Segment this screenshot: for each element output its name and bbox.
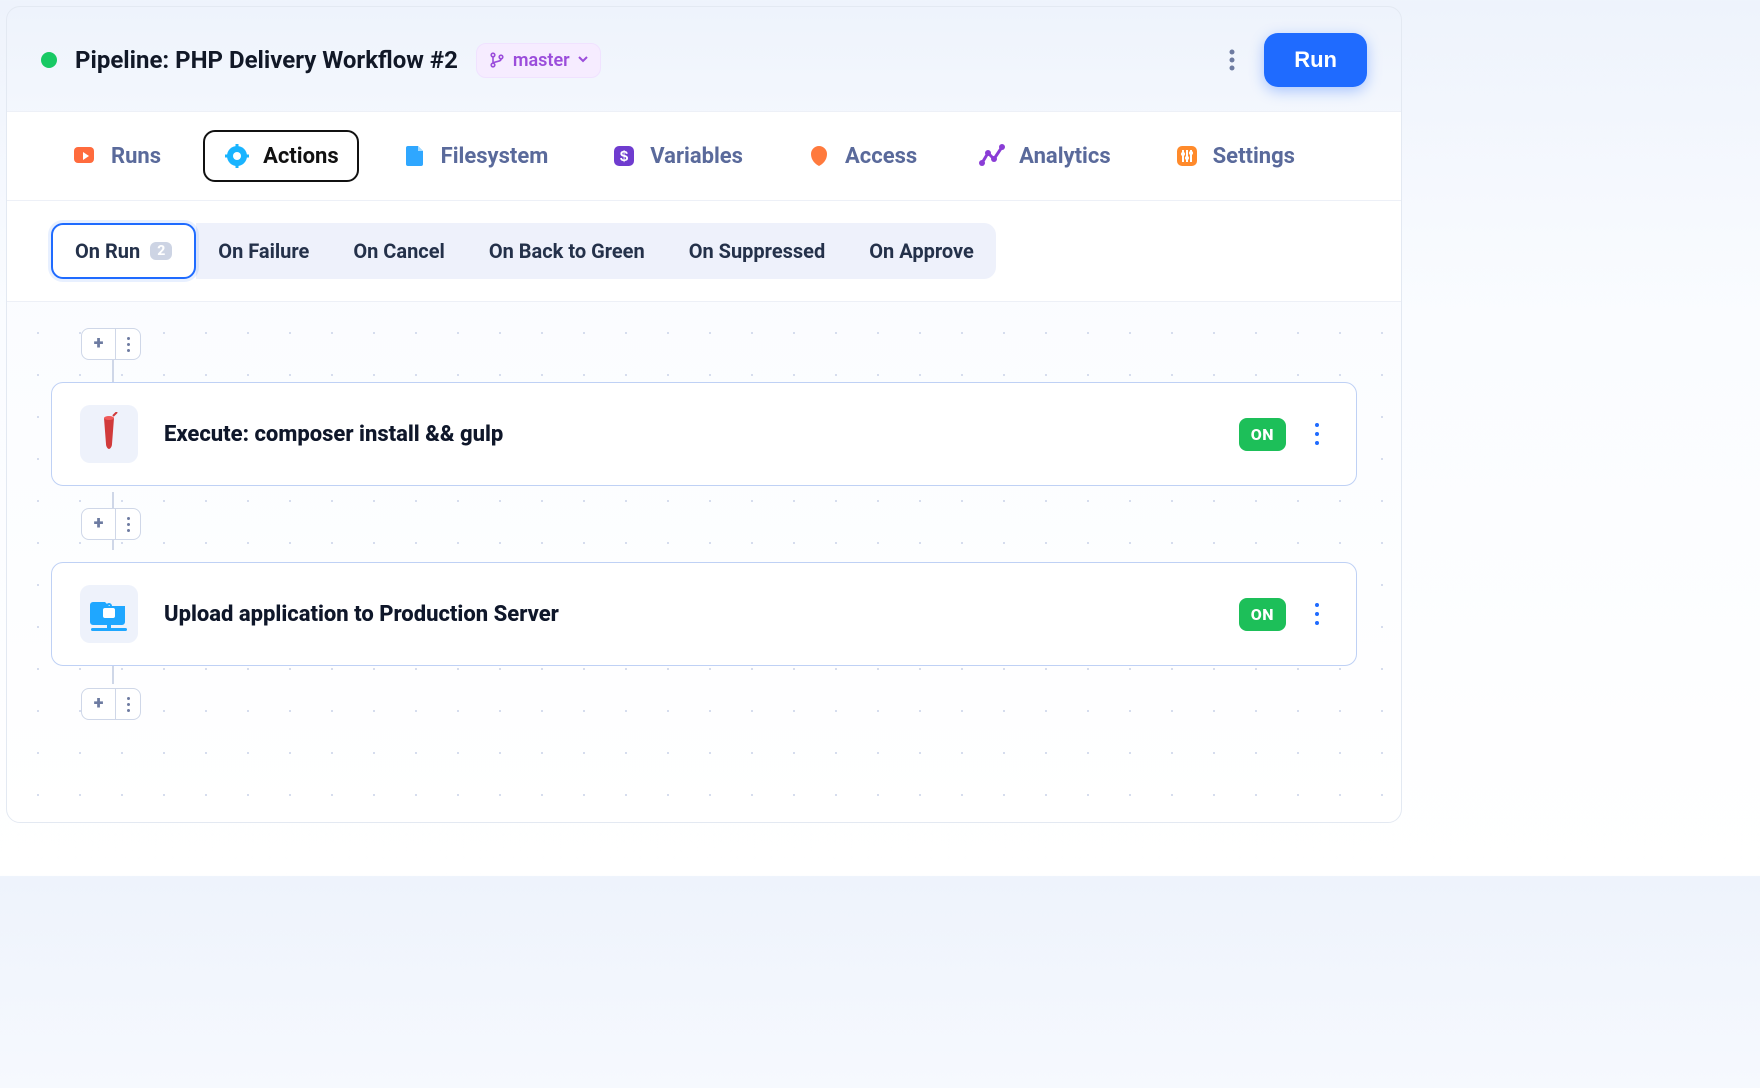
subtab-on-approve[interactable]: On Approve xyxy=(847,223,996,279)
more-icon xyxy=(116,517,140,532)
run-button[interactable]: Run xyxy=(1264,33,1367,87)
filesystem-icon xyxy=(401,142,429,170)
actions-icon xyxy=(223,142,251,170)
action-title: Execute: composer install && gulp xyxy=(164,422,503,447)
analytics-icon xyxy=(979,142,1007,170)
add-action-button[interactable]: + xyxy=(81,328,141,360)
count-badge: 2 xyxy=(150,242,172,260)
actions-canvas: + Execute: composer install && gulp ON + xyxy=(7,302,1401,822)
action-more-button[interactable] xyxy=(1306,423,1328,445)
add-action-button[interactable]: + xyxy=(81,688,141,720)
tab-actions[interactable]: Actions xyxy=(203,130,359,182)
subtab-label: On Back to Green xyxy=(489,239,645,263)
tab-settings[interactable]: Settings xyxy=(1153,130,1315,182)
branch-name: master xyxy=(513,50,570,71)
plus-icon: + xyxy=(82,509,116,539)
tab-label: Analytics xyxy=(1019,144,1110,169)
pipeline-status-dot xyxy=(41,52,57,68)
kebab-icon xyxy=(1229,49,1235,71)
tab-runs[interactable]: Runs xyxy=(51,130,181,182)
subtab-label: On Run xyxy=(75,239,140,263)
plus-icon: + xyxy=(82,689,116,719)
svg-text:$: $ xyxy=(620,148,629,165)
tab-label: Actions xyxy=(263,144,339,169)
subtab-label: On Suppressed xyxy=(689,239,826,263)
variables-icon: $ xyxy=(610,142,638,170)
subtab-on-cancel[interactable]: On Cancel xyxy=(331,223,466,279)
sftp-upload-icon xyxy=(80,585,138,643)
action-title: Upload application to Production Server xyxy=(164,602,559,627)
action-card[interactable]: Upload application to Production Server … xyxy=(51,562,1357,666)
tab-label: Filesystem xyxy=(441,144,549,169)
tab-label: Access xyxy=(845,144,917,169)
branch-selector[interactable]: master xyxy=(476,43,601,78)
subtab-label: On Cancel xyxy=(353,239,444,263)
more-icon xyxy=(116,337,140,352)
main-tabbar: Runs Actions Filesystem $ Variables Acce… xyxy=(7,111,1401,201)
settings-icon xyxy=(1173,142,1201,170)
git-branch-icon xyxy=(489,52,505,68)
tab-analytics[interactable]: Analytics xyxy=(959,130,1130,182)
more-icon xyxy=(116,697,140,712)
plus-icon: + xyxy=(82,329,116,359)
access-icon xyxy=(805,142,833,170)
page-title: Pipeline: PHP Delivery Workflow #2 xyxy=(75,46,458,74)
tab-variables[interactable]: $ Variables xyxy=(590,130,763,182)
tab-filesystem[interactable]: Filesystem xyxy=(381,130,569,182)
subtab-on-failure[interactable]: On Failure xyxy=(196,223,331,279)
tab-label: Settings xyxy=(1213,144,1295,169)
toggle-on[interactable]: ON xyxy=(1239,598,1286,631)
tab-label: Variables xyxy=(650,144,743,169)
subtab-label: On Failure xyxy=(218,239,309,263)
pipeline-more-button[interactable] xyxy=(1210,38,1254,82)
toggle-on[interactable]: ON xyxy=(1239,418,1286,451)
add-action-button[interactable]: + xyxy=(81,508,141,540)
trigger-tabbar: On Run 2 On Failure On Cancel On Back to… xyxy=(7,201,1401,302)
subtab-on-run[interactable]: On Run 2 xyxy=(51,223,196,279)
subtab-on-suppressed[interactable]: On Suppressed xyxy=(667,223,848,279)
gulp-icon xyxy=(80,405,138,463)
action-card[interactable]: Execute: composer install && gulp ON xyxy=(51,382,1357,486)
tab-label: Runs xyxy=(111,144,161,169)
runs-icon xyxy=(71,142,99,170)
chevron-down-icon xyxy=(578,56,588,64)
action-more-button[interactable] xyxy=(1306,603,1328,625)
tab-access[interactable]: Access xyxy=(785,130,937,182)
subtab-label: On Approve xyxy=(869,239,974,263)
subtab-on-back-to-green[interactable]: On Back to Green xyxy=(467,223,667,279)
